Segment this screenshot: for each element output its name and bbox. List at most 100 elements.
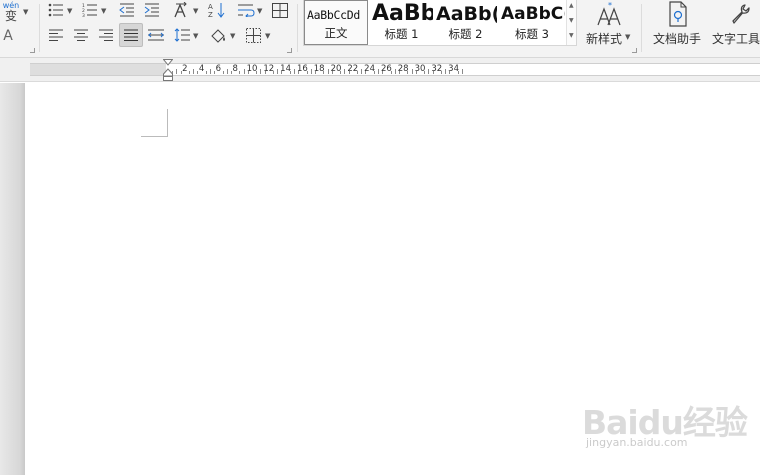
table-grid-icon bbox=[272, 2, 288, 18]
numbered-list-icon: 123 bbox=[82, 3, 97, 17]
justify-icon bbox=[124, 29, 138, 41]
ruler-number: 28 bbox=[397, 64, 409, 74]
styles-gallery: AaBbCcDd 正文 AaBb 标题 1 AaBb( 标题 2 AaBbC( … bbox=[303, 0, 577, 46]
ruler-tick bbox=[462, 69, 463, 74]
decrease-indent-button[interactable] bbox=[117, 0, 137, 20]
pinyin-dropdown-icon[interactable]: ▼ bbox=[23, 8, 28, 16]
align-center-icon bbox=[74, 29, 88, 41]
text-tools-label[interactable]: 文字工具 bbox=[712, 30, 760, 47]
numbered-list-button[interactable]: 123 bbox=[80, 0, 100, 20]
separator bbox=[641, 4, 642, 52]
sort-icon: AZ bbox=[208, 3, 225, 18]
align-center-button[interactable] bbox=[71, 25, 91, 45]
ruler-number: 20 bbox=[330, 64, 342, 74]
new-style-button[interactable]: * bbox=[587, 0, 631, 28]
horizontal-ruler-bar: 642246810121416182022242628303234 bbox=[0, 58, 760, 82]
align-left-button[interactable] bbox=[46, 25, 66, 45]
paragraph-dialog-launcher-icon[interactable] bbox=[30, 48, 35, 53]
style-heading-3[interactable]: AaBbC( 标题 3 bbox=[499, 0, 565, 45]
bullet-list-button[interactable] bbox=[46, 0, 66, 20]
bullet-list-icon bbox=[48, 3, 63, 17]
doc-assistant-label[interactable]: 文档助手 bbox=[653, 30, 701, 47]
ruler-number: 18 bbox=[313, 64, 325, 74]
style-sample: AaBb( bbox=[436, 3, 497, 25]
ruler-tick bbox=[193, 69, 195, 74]
margin-corner-mark bbox=[141, 136, 168, 137]
distributed-align-icon bbox=[148, 29, 164, 41]
increase-indent-button[interactable] bbox=[142, 0, 162, 20]
align-left-icon bbox=[49, 29, 63, 41]
char-scaling-button[interactable] bbox=[170, 0, 192, 20]
line-spacing-button[interactable] bbox=[172, 25, 192, 45]
indent-marker-icon[interactable] bbox=[163, 59, 173, 81]
scroll-down-icon[interactable]: ▼ bbox=[569, 17, 574, 24]
distributed-align-button[interactable] bbox=[146, 25, 166, 45]
line-break-dropdown-icon[interactable]: ▼ bbox=[257, 7, 262, 15]
expand-gallery-icon[interactable]: ▼ bbox=[569, 32, 574, 39]
align-right-icon bbox=[99, 29, 113, 41]
doc-assistant-icon bbox=[669, 1, 687, 27]
page-gutter bbox=[0, 83, 25, 475]
styles-scrollbar[interactable]: ▲ ▼ ▼ bbox=[566, 0, 576, 45]
svg-text:Z: Z bbox=[208, 11, 213, 18]
doc-assistant-button[interactable] bbox=[665, 0, 691, 28]
baidu-watermark: Baidu经验 jingyan.baidu.com bbox=[582, 396, 748, 466]
shading-dropdown-icon[interactable]: ▼ bbox=[230, 32, 235, 40]
ruler-tick bbox=[260, 69, 262, 74]
clear-format-button[interactable]: A bbox=[0, 27, 16, 45]
svg-text:3: 3 bbox=[82, 13, 85, 17]
svg-text:A: A bbox=[208, 3, 213, 11]
char-scaling-dropdown-icon[interactable]: ▼ bbox=[193, 7, 198, 15]
scroll-up-icon[interactable]: ▲ bbox=[569, 2, 574, 9]
align-right-button[interactable] bbox=[96, 25, 116, 45]
ruler-number: 12 bbox=[263, 64, 275, 74]
borders-dropdown-icon[interactable]: ▼ bbox=[265, 32, 270, 40]
line-spacing-icon bbox=[174, 28, 190, 42]
ruler-tick bbox=[189, 71, 190, 74]
ruler-tick bbox=[239, 71, 241, 74]
shading-button[interactable] bbox=[208, 25, 228, 45]
style-name: 标题 1 bbox=[384, 27, 419, 41]
ruler-left-margin bbox=[30, 63, 166, 76]
line-spacing-dropdown-icon[interactable]: ▼ bbox=[193, 32, 198, 40]
style-sample: AaBbC( bbox=[501, 4, 565, 24]
text-tools-button[interactable] bbox=[727, 0, 753, 28]
sort-button[interactable]: AZ bbox=[207, 0, 227, 20]
style-normal[interactable]: AaBbCcDd 正文 bbox=[304, 0, 368, 45]
justify-button[interactable] bbox=[119, 23, 143, 47]
style-heading-2[interactable]: AaBb( 标题 2 bbox=[434, 0, 497, 45]
text-box-button[interactable] bbox=[270, 0, 290, 20]
wrench-icon bbox=[732, 4, 750, 24]
borders-icon bbox=[245, 27, 261, 43]
ruler-tick bbox=[294, 69, 295, 74]
ruler-tick bbox=[210, 69, 211, 74]
numbered-dropdown-icon[interactable]: ▼ bbox=[101, 7, 106, 15]
new-style-icon: * bbox=[597, 1, 621, 26]
svg-text:*: * bbox=[608, 1, 612, 10]
ruler-number: 10 bbox=[246, 64, 258, 74]
paragraph-settings-launcher-icon[interactable] bbox=[287, 48, 292, 53]
ruler-tick bbox=[378, 69, 379, 74]
line-break-button[interactable] bbox=[236, 0, 256, 20]
ruler-number: 14 bbox=[280, 64, 292, 74]
ruler-number: 16 bbox=[296, 64, 308, 74]
new-style-label[interactable]: 新样式 bbox=[586, 30, 622, 47]
line-break-icon bbox=[238, 4, 255, 17]
margin-corner-mark bbox=[167, 109, 168, 136]
ruler-tick bbox=[277, 69, 279, 74]
separator bbox=[39, 4, 40, 52]
styles-dialog-launcher-icon[interactable] bbox=[632, 48, 637, 53]
ruler-number: 30 bbox=[414, 64, 426, 74]
borders-button[interactable] bbox=[243, 25, 263, 45]
new-style-dropdown-icon[interactable]: ▼ bbox=[625, 33, 630, 41]
bullet-dropdown-icon[interactable]: ▼ bbox=[67, 7, 72, 15]
clear-format-char: A bbox=[3, 28, 13, 44]
separator bbox=[297, 4, 298, 52]
ruler-number: 8 bbox=[232, 64, 238, 74]
ruler-tick bbox=[428, 69, 430, 74]
pinyin-guide-button[interactable]: wén 变 bbox=[0, 0, 22, 24]
style-heading-1[interactable]: AaBb 标题 1 bbox=[370, 0, 433, 45]
ruler-number: 26 bbox=[380, 64, 392, 74]
ruler-tick bbox=[394, 69, 396, 74]
style-sample: AaBb bbox=[372, 1, 433, 26]
